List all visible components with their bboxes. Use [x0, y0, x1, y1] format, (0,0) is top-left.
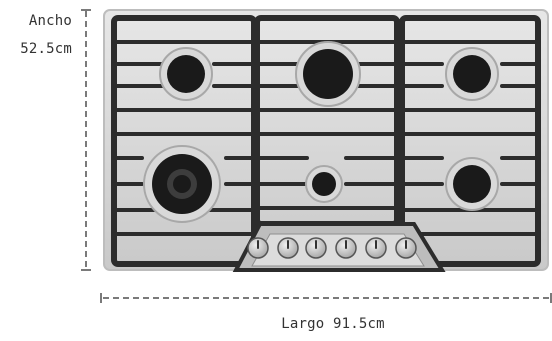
- length-dimension-line: [100, 293, 552, 303]
- width-dimension-line: [81, 9, 91, 271]
- dimension-width-label: Ancho: [28, 13, 72, 29]
- dimension-length-label: Largo 91.5cm: [281, 316, 385, 332]
- dimension-width-value: 52.5cm: [20, 41, 72, 57]
- gas-cooktop-image: [103, 9, 549, 272]
